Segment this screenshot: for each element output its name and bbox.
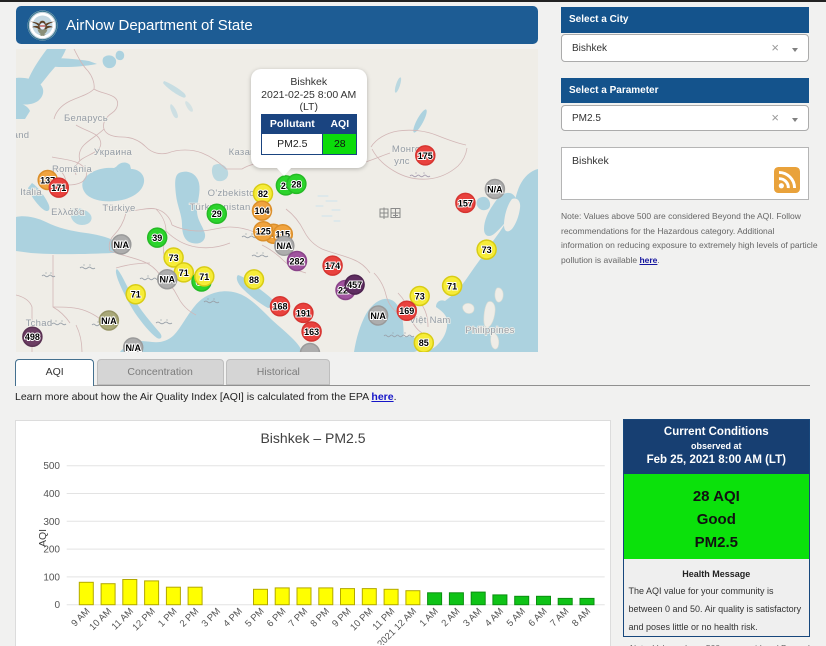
svg-text:7 AM: 7 AM (549, 606, 572, 629)
svg-text:157: 157 (458, 198, 473, 208)
svg-text:73: 73 (415, 291, 425, 301)
svg-text:1 PM: 1 PM (156, 606, 180, 630)
svg-text:10 PM: 10 PM (349, 606, 376, 633)
svg-text:N/A: N/A (101, 316, 117, 326)
svg-text:4 PM: 4 PM (222, 606, 246, 630)
svg-text:6 PM: 6 PM (265, 606, 289, 630)
svg-text:5 AM: 5 AM (505, 606, 528, 629)
svg-text:11 AM: 11 AM (110, 606, 136, 632)
svg-text:498: 498 (25, 332, 40, 342)
svg-text:Philippines: Philippines (465, 325, 514, 336)
svg-text:73: 73 (169, 253, 179, 263)
svg-text:7 PM: 7 PM (287, 606, 311, 630)
svg-text:10 AM: 10 AM (88, 606, 115, 633)
svg-text:29: 29 (212, 209, 222, 219)
svg-text:191: 191 (296, 308, 311, 318)
svg-text:1 AM: 1 AM (418, 606, 441, 629)
svg-text:169: 169 (399, 306, 414, 316)
svg-text:5 PM: 5 PM (243, 606, 267, 630)
svg-text:100: 100 (44, 573, 61, 584)
svg-text:3 AM: 3 AM (462, 606, 485, 629)
svg-text:4 AM: 4 AM (483, 606, 506, 629)
svg-text:2 AM: 2 AM (440, 606, 463, 629)
svg-text:200: 200 (44, 545, 61, 556)
svg-text:Беларусь: Беларусь (64, 113, 108, 124)
svg-text:282: 282 (289, 256, 304, 266)
svg-text:175: 175 (418, 151, 433, 161)
svg-text:România: România (52, 164, 93, 175)
svg-text:163: 163 (304, 327, 319, 337)
svg-text:174: 174 (325, 261, 340, 271)
svg-text:85: 85 (419, 338, 429, 348)
svg-text:125: 125 (256, 227, 271, 237)
svg-text:улс: улс (394, 156, 410, 167)
svg-text:Türkiye: Türkiye (102, 203, 135, 214)
svg-text:500: 500 (44, 461, 61, 472)
svg-text:Italia: Italia (20, 187, 42, 198)
svg-text:Ελλάδα: Ελλάδα (51, 207, 85, 218)
svg-text:Việt Nam: Việt Nam (409, 315, 450, 326)
svg-text:71: 71 (131, 290, 141, 300)
svg-text:N/A: N/A (159, 275, 175, 285)
svg-text:0: 0 (55, 600, 61, 611)
svg-text:82: 82 (258, 189, 268, 199)
svg-text:28: 28 (291, 179, 301, 189)
svg-text:2 PM: 2 PM (178, 606, 202, 630)
svg-text:N/A: N/A (114, 240, 130, 250)
svg-text:457: 457 (347, 280, 362, 290)
svg-text:N/A: N/A (277, 241, 293, 251)
svg-text:300: 300 (44, 517, 61, 528)
svg-text:71: 71 (199, 272, 209, 282)
svg-text:6 AM: 6 AM (527, 606, 550, 629)
svg-text:hland: hland (16, 130, 29, 141)
svg-text:N/A: N/A (125, 343, 141, 352)
svg-text:171: 171 (51, 183, 66, 193)
svg-text:8 AM: 8 AM (570, 606, 593, 629)
svg-text:73: 73 (482, 245, 492, 255)
svg-text:N/A: N/A (487, 184, 503, 194)
svg-text:88: 88 (249, 275, 259, 285)
svg-text:71: 71 (179, 268, 189, 278)
svg-text:12 PM: 12 PM (131, 606, 158, 633)
svg-text:3 PM: 3 PM (200, 606, 224, 630)
svg-text:N/A: N/A (370, 311, 386, 321)
svg-text:39: 39 (152, 233, 162, 243)
svg-text:O'zbekiston: O'zbekiston (208, 188, 261, 199)
svg-text:Bishkek – PM2.5: Bishkek – PM2.5 (261, 430, 366, 446)
svg-text:104: 104 (254, 206, 269, 216)
svg-text:400: 400 (44, 489, 61, 500)
svg-text:168: 168 (272, 302, 287, 312)
svg-text:8 PM: 8 PM (309, 606, 333, 630)
svg-text:Украина: Украина (94, 147, 133, 158)
svg-text:71: 71 (447, 281, 457, 291)
